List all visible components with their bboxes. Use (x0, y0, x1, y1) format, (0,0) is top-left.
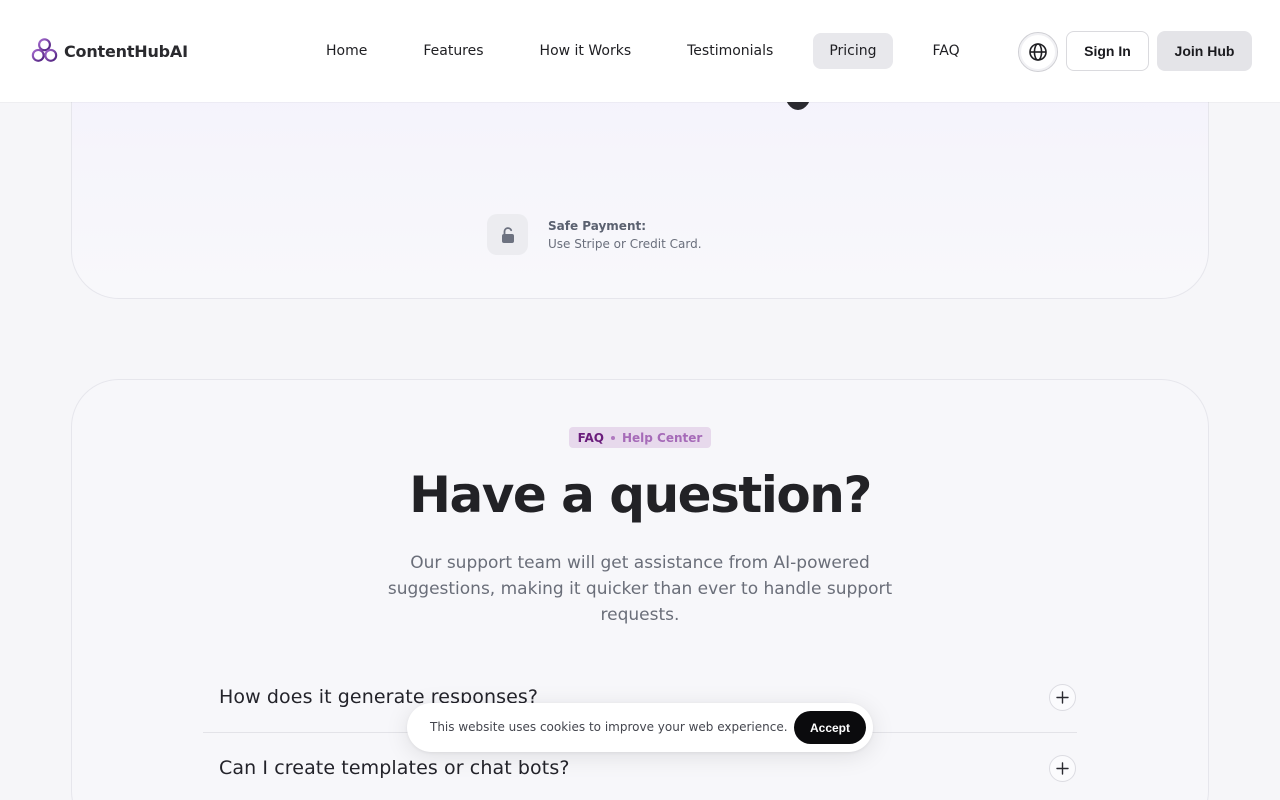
nav-home[interactable]: Home (310, 33, 383, 69)
hexagon-logo-icon (31, 37, 58, 62)
sign-in-button[interactable]: Sign In (1066, 31, 1149, 71)
nav-faq[interactable]: FAQ (917, 33, 976, 69)
faq-title: Have a question? (409, 466, 872, 524)
plus-icon[interactable] (1049, 684, 1076, 711)
main-nav: Home Features How it Works Testimonials … (310, 33, 976, 69)
globe-icon (1029, 43, 1047, 61)
page: Safe Payment: Use Stripe or Credit Card.… (0, 0, 1280, 800)
nav-testimonials[interactable]: Testimonials (671, 33, 789, 69)
accept-cookies-button[interactable]: Accept (794, 711, 866, 744)
lock-icon (487, 214, 528, 255)
faq-badge-sublabel: Help Center (621, 430, 703, 445)
nav-how-it-works[interactable]: How it Works (524, 33, 648, 69)
safe-payment: Safe Payment: Use Stripe or Credit Card. (487, 214, 702, 255)
faq-question: Can I create templates or chat bots? (219, 757, 570, 779)
faq-badge-label: FAQ (577, 430, 604, 445)
join-hub-button[interactable]: Join Hub (1157, 31, 1252, 71)
faq-description: Our support team will get assistance fro… (387, 553, 893, 625)
faq-badge: FAQ Help Center (569, 427, 711, 448)
brand-name: ContentHubAI (64, 41, 188, 61)
cookie-message: This website uses cookies to improve you… (430, 720, 788, 734)
nav-features[interactable]: Features (407, 33, 499, 69)
language-button[interactable] (1018, 32, 1058, 72)
site-header: ContentHubAI Home Features How it Works … (0, 0, 1280, 102)
plus-icon[interactable] (1049, 755, 1076, 782)
brand-logo[interactable]: ContentHubAI (31, 37, 188, 65)
nav-pricing[interactable]: Pricing (813, 33, 893, 69)
safe-payment-text: Safe Payment: Use Stripe or Credit Card. (548, 217, 702, 253)
faq-badge-dot (610, 435, 615, 440)
safe-payment-title: Safe Payment: (548, 218, 647, 233)
safe-payment-subtitle: Use Stripe or Credit Card. (548, 236, 702, 251)
cookie-banner: This website uses cookies to improve you… (407, 703, 873, 752)
